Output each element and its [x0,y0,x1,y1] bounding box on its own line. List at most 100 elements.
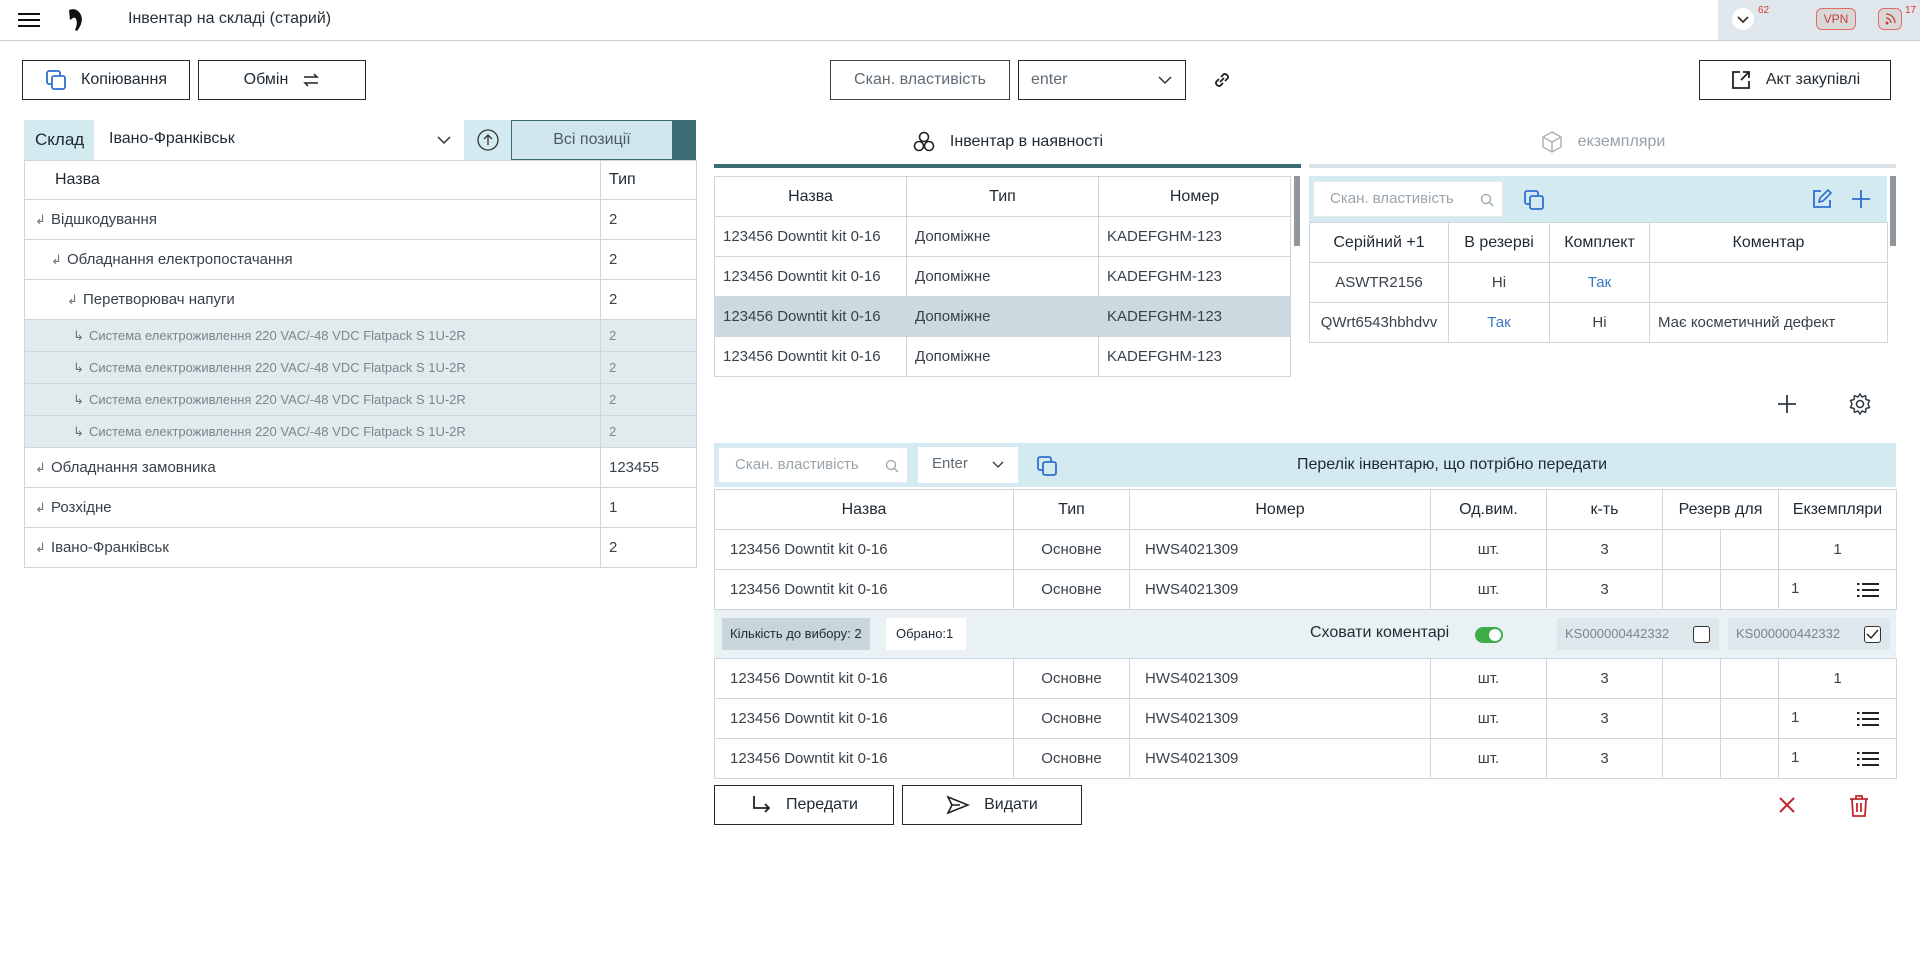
table-row[interactable]: 123456 Downtit kit 0-16 Допоміжне KADEFG… [714,216,1291,257]
trash-icon[interactable] [1848,794,1870,818]
hide-comments-toggle[interactable] [1475,627,1503,643]
cell-type: Допоміжне [906,296,1099,337]
table-row[interactable]: 123456 Downtit kit 0-16 Основне HWS40213… [714,658,1897,699]
cell-kit: Ні [1549,302,1650,343]
cell-type: Основне [1013,698,1130,739]
copy-icon[interactable] [1523,189,1545,211]
return-arrow-icon: ↲ [35,460,46,475]
list-icon[interactable] [1857,582,1879,598]
row-name: Перетворювач напуги [83,291,235,308]
table-header: Назва Тип Номер Од.вим. к-ть Резерв для … [714,489,1897,530]
chevron-down-icon [1158,76,1172,85]
instances-toolbar: Скан. властивість [1309,176,1887,222]
instance-chip[interactable]: KS000000442332 [1557,618,1719,650]
list-icon[interactable] [1857,751,1879,767]
warehouse-select[interactable]: Івано-Франківськ [94,120,464,160]
issue-button[interactable]: Видати [902,785,1082,825]
upload-circle-icon[interactable] [476,128,500,152]
table-row[interactable]: ↲ Обладнання замовника 123455 [24,447,697,488]
table-row[interactable]: 123456 Downtit kit 0-16 Допоміжне KADEFG… [714,256,1291,297]
purchase-act-button[interactable]: Акт закупівлі [1699,60,1891,100]
instance-checkbox[interactable] [1693,626,1710,643]
purchase-act-label: Акт закупівлі [1765,71,1861,88]
table-row[interactable]: ↳ Система електроживлення 220 VAC/-48 VDC… [24,383,697,416]
column-header: Серійний +1 [1309,222,1449,263]
column-header: Назва [714,176,907,217]
list-icon[interactable] [1857,711,1879,727]
cell-number: HWS4021309 [1129,698,1431,739]
column-header: Тип [1013,489,1130,530]
table-row-selected[interactable]: 123456 Downtit kit 0-16 Допоміжне KADEFG… [714,296,1291,337]
cell-reserve [1720,738,1779,779]
transfer-enter-select[interactable]: Enter [918,447,1018,483]
enter-select[interactable]: enter [1018,60,1186,100]
transfer-button[interactable]: Передати [714,785,894,825]
table-header: Назва Тип [24,160,697,200]
table-row[interactable]: ↳ Система електроживлення 220 VAC/-48 VDC… [24,351,697,384]
cell-instances: 1 [1778,698,1897,739]
column-header: Од.вим. [1430,489,1547,530]
link-icon[interactable] [1210,68,1234,92]
table-row[interactable]: 123456 Downtit kit 0-16 Основне HWS40213… [714,529,1897,570]
table-row[interactable]: 123456 Downtit kit 0-16 Допоміжне KADEFG… [714,336,1291,377]
feed-button[interactable] [1878,8,1902,30]
gear-icon[interactable] [1848,392,1872,416]
notifications-button[interactable] [1732,8,1754,30]
table-row[interactable]: ↲ Івано-Франківськ 2 [24,527,697,568]
row-name: Система електроживлення 220 VAC/-48 VDC … [89,423,466,439]
table-row[interactable]: ↳ Система електроживлення 220 VAC/-48 VDC… [24,415,697,448]
vpn-badge[interactable]: VPN [1816,8,1856,30]
row-name: Івано-Франківськ [51,539,169,556]
table-row[interactable]: ↳ Система електроживлення 220 VAC/-48 VDC… [24,319,697,352]
instances-scrollbar[interactable] [1890,176,1896,246]
cell-reserve [1662,569,1721,610]
cell-instances: 1 [1778,569,1897,610]
add-icon[interactable] [1850,188,1872,210]
cell-reserved-link[interactable]: Так [1448,302,1550,343]
table-row[interactable]: ↲ Відшкодування 2 [24,199,697,240]
rss-icon [1885,13,1896,25]
transfer-search-input[interactable]: Скан. властивість [718,447,908,483]
tab-available-label: Інвентар в наявності [949,133,1104,150]
tab-instances[interactable]: екземпляри [1309,120,1896,168]
warehouse-bar: Склад Івано-Франківськ Всі позиції [24,120,696,160]
edit-icon[interactable] [1811,188,1833,210]
tab-instances-label: екземпляри [1577,133,1666,150]
instances-search-input[interactable]: Скан. властивість [1313,181,1503,217]
close-icon[interactable] [1778,796,1796,814]
column-header: к-ть [1546,489,1663,530]
cell-kit-link[interactable]: Так [1549,262,1650,303]
cell-name: 123456 Downtit kit 0-16 [714,256,907,297]
exchange-button[interactable]: Обмін [198,60,366,100]
row-type: 2 [600,199,697,240]
add-icon[interactable] [1776,393,1798,415]
menu-icon[interactable] [18,12,40,28]
table-row[interactable]: ↲ Обладнання електропостачання 2 [24,239,697,280]
table-row[interactable]: 123456 Downtit kit 0-16 Основне HWS40213… [714,738,1897,779]
instance-checkbox-checked[interactable] [1864,626,1881,643]
tab-available[interactable]: Інвентар в наявності [714,120,1301,168]
warehouse-label: Склад [35,130,85,149]
cell-type: Допоміжне [906,256,1099,297]
app-logo-icon[interactable] [66,8,86,32]
cell-serial: ASWTR2156 [1309,262,1449,303]
all-positions-button[interactable]: Всі позиції [511,120,673,160]
copy-icon[interactable] [1036,455,1058,477]
copy-label: Копіювання [81,71,167,88]
instances-count: 1 [1791,580,1800,597]
cell-reserve [1662,698,1721,739]
table-row[interactable]: ASWTR2156 Ні Так [1309,262,1888,303]
row-name: Розхідне [51,499,112,516]
instance-chip[interactable]: KS000000442332 [1728,618,1890,650]
table-row[interactable]: ↲ Розхідне 1 [24,487,697,528]
copy-button[interactable]: Копіювання [22,60,190,100]
toggle-knob [1489,629,1501,641]
cell-number: KADEFGHM-123 [1098,216,1291,257]
inventory-scrollbar[interactable] [1294,176,1300,246]
table-row[interactable]: 123456 Downtit kit 0-16 Основне HWS40213… [714,569,1897,610]
transfer-enter-value: Enter [932,455,968,472]
table-row[interactable]: QWrt6543hbhdvv Так Ні Має косметичний де… [1309,302,1888,343]
table-row[interactable]: ↲ Перетворювач напуги 2 [24,279,697,320]
table-row[interactable]: 123456 Downtit kit 0-16 Основне HWS40213… [714,698,1897,739]
scan-property-button[interactable]: Скан. властивість [830,60,1010,100]
